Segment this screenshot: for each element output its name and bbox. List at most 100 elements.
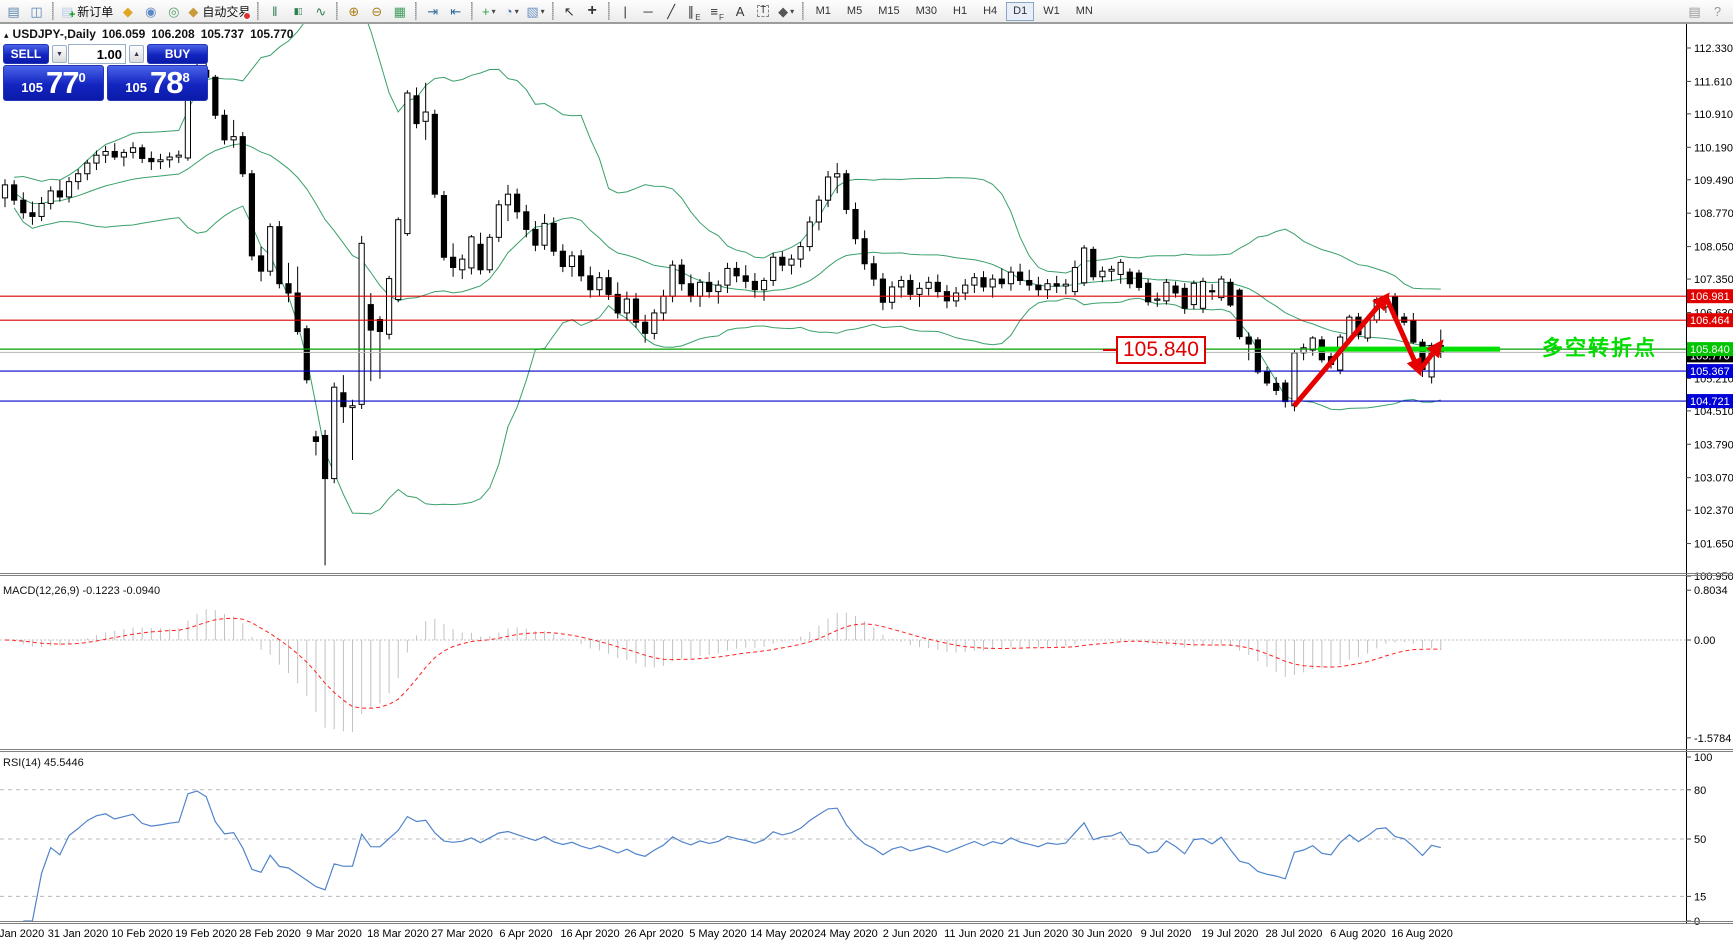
bull-candle: [349, 405, 356, 409]
bull-candle: [770, 256, 777, 281]
date-tick-label: 24 May 2020: [814, 928, 878, 940]
bull-candle: [715, 284, 722, 293]
tile-windows-button[interactable]: ▦: [388, 1, 411, 22]
bull-candle: [696, 281, 704, 297]
chart-canvas[interactable]: 112.330 111.610 110.910 110.190 109.490 108.7…: [0, 0, 1733, 943]
cursor-button-icon: ↖: [563, 3, 575, 19]
shapes-button[interactable]: ◆ ▾: [775, 1, 798, 22]
autotrading-button[interactable]: ◆ 自动交易: [185, 1, 253, 22]
bear-candle: [687, 283, 694, 297]
buy-price-button[interactable]: 105 78 8: [107, 65, 208, 101]
collapse-panel-icon[interactable]: ▴: [4, 30, 9, 40]
toolbar-separator: [607, 2, 610, 20]
bear-candle: [980, 277, 987, 288]
price-tick-label: 107.350: [1694, 274, 1733, 286]
zoom-out-button[interactable]: ⊖: [365, 1, 388, 22]
equidistant-channel-button[interactable]: ∥ E: [683, 1, 706, 22]
bull-candle: [660, 295, 667, 314]
bear-candle: [523, 211, 530, 230]
timeframe-w1-button[interactable]: W1: [1036, 2, 1067, 21]
bear-candle: [376, 318, 384, 333]
level-105.367-badge-label: 105.367: [1690, 366, 1730, 378]
one-click-trading-panel: SELL ▼ ▲ BUY 105 77 0 105 78 8: [3, 44, 208, 102]
fibonacci-button[interactable]: ≡ F: [706, 1, 729, 22]
bear-candle: [514, 193, 521, 213]
new-chart-button[interactable]: ▤: [2, 1, 25, 22]
periods-button[interactable]: ◔ ▾: [500, 1, 523, 22]
timeframe-m5-button[interactable]: M5: [840, 2, 869, 21]
auto-scroll-button[interactable]: ⇥: [421, 1, 444, 22]
bear-candle: [440, 195, 448, 258]
horizontal-line-button[interactable]: ─: [637, 1, 660, 22]
toolbar-separator: [415, 2, 418, 20]
bear-candle: [587, 275, 594, 291]
volume-down-button[interactable]: ▼: [51, 45, 67, 63]
zoom-in-button[interactable]: ⊕: [342, 1, 365, 22]
bar-chart-type-button-icon: ‖: [272, 3, 278, 19]
turning-point-note[interactable]: 多空转折点: [1542, 332, 1657, 362]
bull-candle: [1, 184, 9, 199]
rsi-tick-label: 100: [1694, 752, 1712, 764]
chart-profiles-button-icon: ◫: [30, 3, 43, 19]
bear-candle: [578, 255, 585, 277]
symbol-info-bar: ▴ USDJPY-,Daily 106.059 106.208 105.737 105.7…: [4, 27, 299, 41]
market-button[interactable]: ◉: [139, 1, 162, 22]
buy-button[interactable]: BUY: [147, 44, 208, 64]
bull-candle: [1199, 280, 1207, 309]
chart-profiles-button[interactable]: ◫: [25, 1, 48, 22]
timeframe-d1-button[interactable]: D1: [1006, 1, 1035, 21]
trendline-button[interactable]: ╱: [660, 1, 683, 22]
line-chart-type-button[interactable]: ∿: [309, 1, 332, 22]
bear-candle: [294, 292, 301, 333]
bull-candle: [495, 204, 502, 238]
text-label-button[interactable]: T: [752, 1, 775, 22]
price-annotation-box[interactable]: 105.840: [1103, 336, 1206, 364]
periods-button-icon: ◔: [504, 3, 513, 19]
metaeditor-button[interactable]: ◆: [116, 1, 139, 22]
callout-dash: [1103, 349, 1116, 351]
timeframe-m30-button[interactable]: M30: [909, 2, 944, 21]
timeframe-m15-button[interactable]: M15: [871, 2, 906, 21]
bear-candle: [861, 238, 868, 265]
crosshair-button[interactable]: +: [581, 1, 604, 22]
timeframe-m1-button[interactable]: M1: [809, 2, 838, 21]
cursor-button[interactable]: ↖: [558, 1, 581, 22]
sell-price-button[interactable]: 105 77 0: [3, 65, 104, 101]
help-button[interactable]: ?: [1706, 1, 1729, 22]
date-tick-label: 19 Feb 2020: [175, 928, 237, 940]
bull-candle: [898, 279, 905, 288]
bear-candle: [550, 222, 557, 252]
bull-candle: [806, 221, 813, 248]
volume-up-button[interactable]: ▲: [129, 45, 145, 63]
templates-button[interactable]: ▧ ▾: [523, 1, 547, 22]
date-tick-label: 16 Aug 2020: [1391, 928, 1453, 940]
bear-candle: [431, 113, 438, 195]
indicators-button[interactable]: + ▾: [477, 1, 500, 22]
bull-candle: [404, 92, 411, 235]
line-chart-type-button-icon: ∿: [315, 3, 327, 19]
bear-candle: [257, 255, 265, 272]
sell-button[interactable]: SELL: [3, 44, 49, 64]
price-tick-label: 103.790: [1694, 439, 1733, 451]
timeframe-h4-button[interactable]: H4: [976, 2, 1004, 21]
bear-candle: [303, 328, 310, 381]
volume-input[interactable]: [68, 44, 126, 64]
print-button[interactable]: ▤: [1683, 1, 1706, 22]
bar-chart-type-button[interactable]: ‖: [263, 1, 286, 22]
bear-candle: [879, 278, 887, 303]
signals-button[interactable]: ◎: [162, 1, 185, 22]
text-button[interactable]: A: [729, 1, 752, 22]
chart-shift-button[interactable]: ⇤: [444, 1, 467, 22]
macd-tick-label: 0.00: [1694, 635, 1715, 647]
toolbar-separator: [801, 2, 804, 20]
bull-candle: [1218, 278, 1225, 299]
candlestick-chart-type-button[interactable]: ▮▯: [286, 1, 309, 22]
bull-candle: [84, 162, 91, 175]
new-order-button[interactable]: ▤ + 新订单: [58, 1, 116, 22]
vertical-line-button-icon: |: [623, 3, 627, 19]
vertical-line-button[interactable]: |: [614, 1, 637, 22]
timeframe-h1-button[interactable]: H1: [946, 2, 974, 21]
bear-candle: [276, 226, 283, 285]
timeframe-mn-button[interactable]: MN: [1069, 2, 1100, 21]
bear-candle: [56, 190, 63, 198]
